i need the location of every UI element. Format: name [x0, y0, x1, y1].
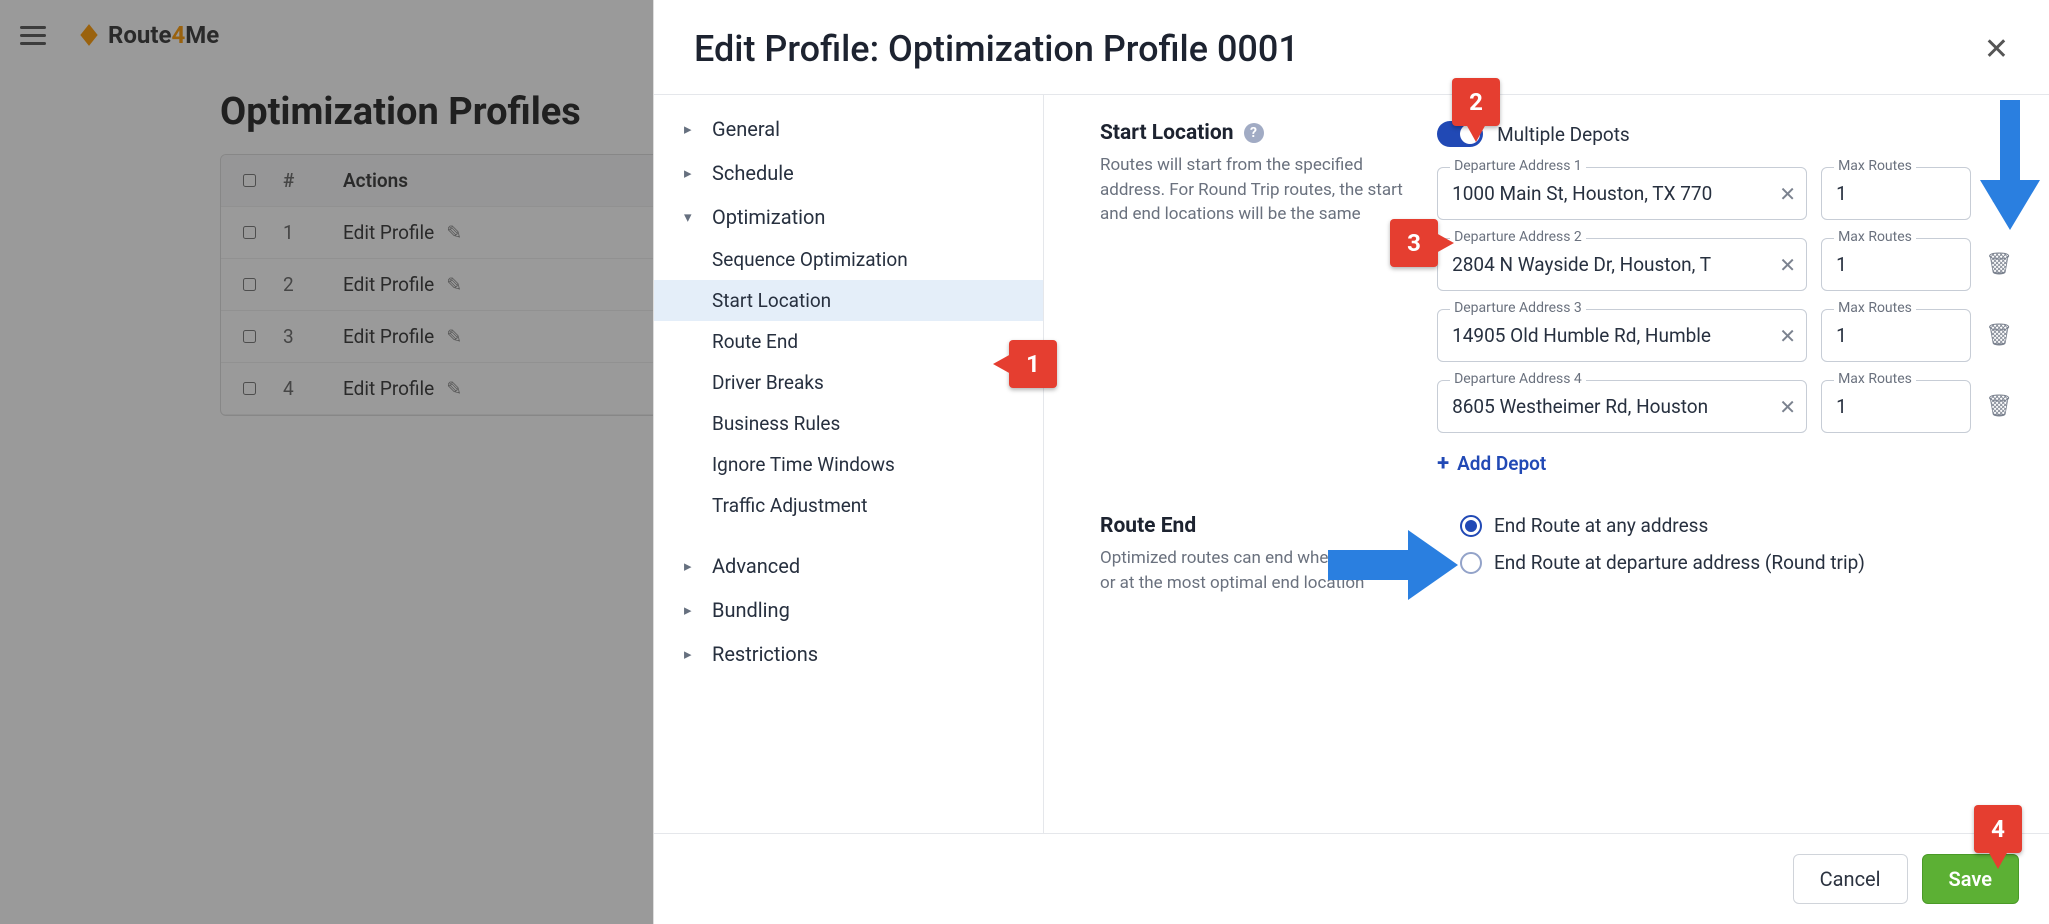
clear-icon[interactable]: ✕	[1779, 324, 1796, 348]
nav-restrictions[interactable]: ▸Restrictions	[654, 632, 1043, 676]
nav-business-rules[interactable]: Business Rules	[654, 403, 1043, 444]
route-end-option-any[interactable]: End Route at any address	[1460, 514, 2013, 537]
add-depot-button[interactable]: + Add Depot	[1437, 451, 1546, 476]
max-routes-field[interactable]: Max Routes	[1821, 167, 1971, 220]
clear-icon[interactable]: ✕	[1779, 253, 1796, 277]
blue-arrow-right-icon	[1328, 530, 1458, 600]
settings-side-nav: ▸General ▸Schedule ▾Optimization Sequenc…	[654, 95, 1044, 833]
annotation-3: 3	[1390, 219, 1438, 267]
multiple-depots-label: Multiple Depots	[1497, 123, 1630, 146]
trash-icon[interactable]: 🗑	[1985, 323, 2013, 348]
chevron-right-icon: ▸	[684, 164, 702, 182]
departure-address-input[interactable]	[1438, 310, 1806, 361]
nav-driver-breaks[interactable]: Driver Breaks	[654, 362, 1043, 403]
section-route-end: Route End Optimized routes can end where…	[1100, 514, 2013, 595]
departure-address-input[interactable]	[1438, 381, 1806, 432]
departure-address-field[interactable]: Departure Address 3 ✕	[1437, 309, 1807, 362]
nav-bundling[interactable]: ▸Bundling	[654, 588, 1043, 632]
route-end-option-round-trip[interactable]: End Route at departure address (Round tr…	[1460, 551, 2013, 574]
max-routes-field[interactable]: Max Routes	[1821, 309, 1971, 362]
modal-title: Edit Profile: Optimization Profile 0001	[694, 28, 1299, 70]
nav-sequence-optimization[interactable]: Sequence Optimization	[654, 239, 1043, 280]
route-end-title: Route End	[1100, 514, 1196, 538]
section-start-location: Start Location ? Routes will start from …	[1100, 121, 2013, 476]
nav-ignore-time-windows[interactable]: Ignore Time Windows	[654, 444, 1043, 485]
chevron-right-icon: ▸	[684, 120, 702, 138]
start-location-title: Start Location	[1100, 121, 1234, 145]
max-routes-input[interactable]	[1822, 381, 1970, 432]
blue-arrow-down-icon	[1980, 100, 2040, 230]
nav-start-location[interactable]: Start Location	[654, 280, 1043, 321]
depot-row: Departure Address 3 ✕ Max Routes 🗑	[1437, 309, 2013, 362]
chevron-right-icon: ▸	[684, 645, 702, 663]
edit-profile-modal: Edit Profile: Optimization Profile 0001 …	[653, 0, 2049, 924]
settings-content: Start Location ? Routes will start from …	[1044, 95, 2049, 833]
trash-icon[interactable]: 🗑	[1985, 252, 2013, 277]
max-routes-field[interactable]: Max Routes	[1821, 380, 1971, 433]
radio-icon	[1460, 515, 1482, 537]
chevron-down-icon: ▾	[684, 208, 702, 226]
clear-icon[interactable]: ✕	[1779, 182, 1796, 206]
depot-row: Departure Address 1 ✕ Max Routes 🗑	[1437, 167, 2013, 220]
cancel-button[interactable]: Cancel	[1793, 854, 1908, 904]
help-icon[interactable]: ?	[1244, 123, 1264, 143]
chevron-right-icon: ▸	[684, 601, 702, 619]
depot-row: Departure Address 2 ✕ Max Routes 🗑	[1437, 238, 2013, 291]
plus-icon: +	[1437, 451, 1449, 476]
nav-route-end[interactable]: Route End	[654, 321, 1043, 362]
nav-optimization[interactable]: ▾Optimization	[654, 195, 1043, 239]
close-icon[interactable]: ✕	[1984, 32, 2009, 67]
annotation-1: 1	[1009, 340, 1057, 388]
departure-address-input[interactable]	[1438, 239, 1806, 290]
nav-general[interactable]: ▸General	[654, 107, 1043, 151]
nav-schedule[interactable]: ▸Schedule	[654, 151, 1043, 195]
depot-row: Departure Address 4 ✕ Max Routes 🗑	[1437, 380, 2013, 433]
start-location-desc: Routes will start from the specified add…	[1100, 153, 1407, 227]
annotation-2: 2	[1452, 78, 1500, 126]
max-routes-field[interactable]: Max Routes	[1821, 238, 1971, 291]
max-routes-input[interactable]	[1822, 310, 1970, 361]
radio-icon	[1460, 552, 1482, 574]
max-routes-input[interactable]	[1822, 168, 1970, 219]
trash-icon[interactable]: 🗑	[1985, 394, 2013, 419]
departure-address-field[interactable]: Departure Address 4 ✕	[1437, 380, 1807, 433]
departure-address-field[interactable]: Departure Address 2 ✕	[1437, 238, 1807, 291]
chevron-right-icon: ▸	[684, 557, 702, 575]
nav-traffic-adjustment[interactable]: Traffic Adjustment	[654, 485, 1043, 526]
max-routes-input[interactable]	[1822, 239, 1970, 290]
nav-advanced[interactable]: ▸Advanced	[654, 544, 1043, 588]
departure-address-field[interactable]: Departure Address 1 ✕	[1437, 167, 1807, 220]
clear-icon[interactable]: ✕	[1779, 395, 1796, 419]
annotation-4: 4	[1974, 805, 2022, 853]
departure-address-input[interactable]	[1438, 168, 1806, 219]
